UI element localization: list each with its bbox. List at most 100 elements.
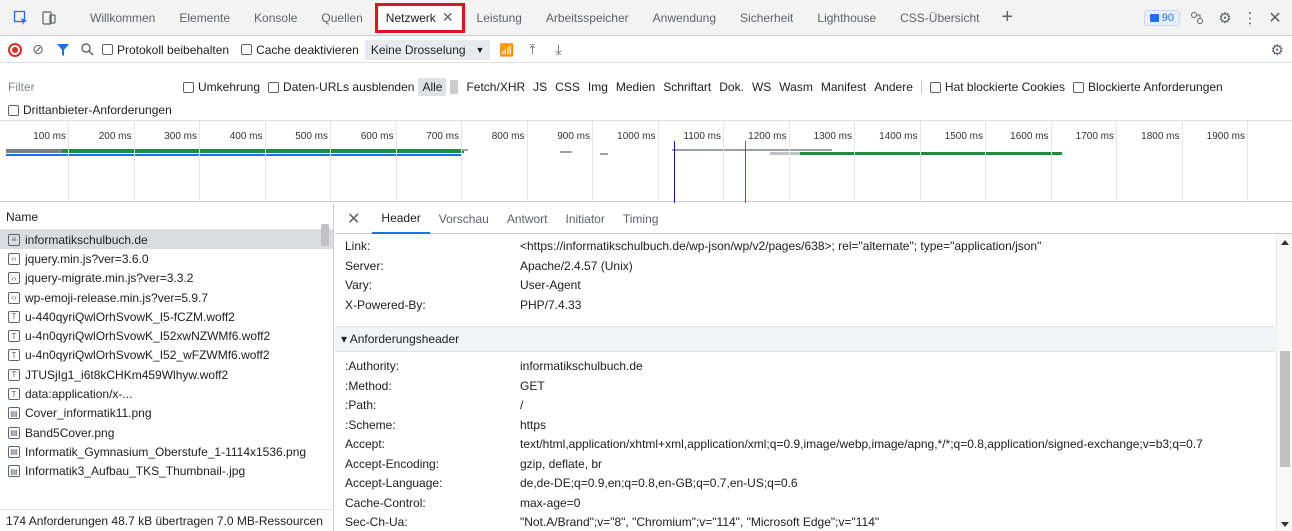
request-row[interactable]: Tu-440qyriQwlOrhSvowK_I5-fCZM.woff2	[0, 307, 333, 326]
tab-label: Quellen	[321, 10, 363, 25]
inspect-element-icon[interactable]	[10, 7, 32, 29]
request-row[interactable]: ▤ Informatik3_Aufbau_TKS_Thumbnail-.jpg	[0, 462, 333, 481]
filter-input[interactable]: Filter	[8, 80, 183, 94]
request-row[interactable]: ‹› wp-emoji-release.min.js?ver=5.9.7	[0, 288, 333, 307]
tab-konsole[interactable]: Konsole	[242, 0, 309, 35]
header-key: Accept-Language:	[345, 476, 443, 490]
request-list-scrollbar[interactable]	[320, 224, 330, 494]
tab-sicherheit[interactable]: Sicherheit	[728, 0, 805, 35]
device-toolbar-icon[interactable]	[38, 7, 60, 29]
request-row[interactable]: ▤ Informatik_Gymnasium_Oberstufe_1-1114x1…	[0, 442, 333, 461]
load-event-line	[745, 141, 746, 203]
tab-anwendung[interactable]: Anwendung	[641, 0, 728, 35]
invert-checkbox[interactable]: Umkehrung	[183, 80, 260, 94]
tab-label: Arbeitsspeicher	[545, 10, 629, 25]
filter-type-4[interactable]: Img	[584, 78, 612, 96]
details-tab-initiator[interactable]: Initiator	[557, 204, 614, 234]
request-row[interactable]: Tu-4n0qyriQwlOrhSvowK_I52_wFZWMf6.woff2	[0, 346, 333, 365]
scroll-up-arrow-icon[interactable]	[1281, 240, 1289, 245]
timeline-tick-label: 900 ms	[557, 131, 590, 142]
clear-icon[interactable]: ⊘	[28, 41, 48, 58]
request-row[interactable]: ▤ Band5Cover.png	[0, 423, 333, 442]
search-icon[interactable]	[78, 43, 96, 56]
timeline-bar-misc	[672, 149, 832, 151]
connections-icon[interactable]	[1186, 11, 1208, 25]
filter-type-10[interactable]: Manifest	[817, 78, 870, 96]
disable-cache-checkbox[interactable]: Cache deaktivieren	[241, 43, 359, 57]
tab-netzwerk[interactable]: Netzwerk ✕	[374, 2, 465, 33]
checkbox-box	[268, 81, 280, 93]
name-column-header[interactable]: Name	[0, 204, 333, 230]
checkbox-box	[102, 44, 113, 55]
scroll-down-arrow-icon[interactable]	[1281, 522, 1289, 527]
request-row[interactable]: T JTUSjIg1_i6t8kCHKm459Wlhyw.woff2	[0, 365, 333, 384]
filter-type-7[interactable]: Dok.	[715, 78, 748, 96]
preserve-log-checkbox[interactable]: Protokoll beibehalten	[102, 43, 229, 57]
image-icon: ▤	[8, 445, 20, 458]
request-row[interactable]: ≡ informatikschulbuch.de	[0, 230, 333, 250]
timeline-tick-label: 1400 ms	[879, 131, 918, 142]
filter-type-9[interactable]: Wasm	[775, 78, 817, 96]
header-row: Accept: text/html,application/xhtml+xml,a…	[345, 434, 1203, 454]
close-devtools-icon[interactable]: ✕	[1264, 8, 1286, 28]
third-party-checkbox[interactable]: Drittanbieter-Anforderungen	[8, 101, 172, 119]
details-tab-vorschau[interactable]: Vorschau	[430, 204, 498, 234]
script-icon: ‹›	[8, 252, 20, 265]
header-key: Sec-Ch-Ua:	[345, 515, 408, 529]
hide-data-urls-checkbox[interactable]: Daten-URLs ausblenden	[268, 80, 414, 94]
tab-leistung[interactable]: Leistung	[465, 0, 534, 35]
filter-type-6[interactable]: Schriftart	[659, 78, 715, 96]
tab-elemente[interactable]: Elemente	[167, 0, 242, 35]
timeline-tick-label: 1300 ms	[813, 131, 852, 142]
header-row: Accept-Encoding: gzip, deflate, br	[345, 454, 602, 474]
export-har-icon[interactable]: ⤓	[548, 41, 568, 58]
request-row[interactable]: Tdata:application/x-...	[0, 384, 333, 403]
tab-css-übersicht[interactable]: CSS-Übersicht	[888, 0, 991, 35]
import-har-icon[interactable]: ⤒	[522, 41, 542, 58]
blocked-cookies-checkbox[interactable]: Hat blockierte Cookies	[929, 80, 1065, 94]
request-row[interactable]: ‹› jquery.min.js?ver=3.6.0	[0, 249, 333, 268]
hide-data-urls-label: Daten-URLs ausblenden	[283, 80, 415, 94]
request-row[interactable]: ‹› jquery-migrate.min.js?ver=3.3.2	[0, 269, 333, 288]
details-scrollbar[interactable]	[1276, 234, 1292, 531]
timeline-bar-download	[800, 152, 1062, 155]
network-conditions-wifi-icon[interactable]: 📶	[496, 43, 516, 57]
details-tab-timing[interactable]: Timing	[614, 204, 668, 234]
filter-type-2[interactable]: JS	[529, 78, 551, 96]
throttling-select[interactable]: Keine Drosselung ▼	[364, 39, 491, 60]
tab-quellen[interactable]: Quellen	[309, 0, 374, 35]
filter-type-11[interactable]: Andere	[870, 78, 917, 96]
timeline-tick-label: 1600 ms	[1010, 131, 1049, 142]
filter-funnel-icon[interactable]	[54, 43, 72, 56]
record-button[interactable]	[8, 42, 22, 57]
close-details-icon[interactable]: ✕	[347, 209, 360, 229]
settings-gear-icon[interactable]: ⚙	[1214, 9, 1236, 27]
more-tabs-plus-icon[interactable]: +	[991, 6, 1023, 29]
tab-lighthouse[interactable]: Lighthouse	[805, 0, 888, 35]
filter-type-8[interactable]: WS	[748, 78, 775, 96]
preserve-log-label: Protokoll beibehalten	[117, 42, 230, 57]
scrollbar-thumb[interactable]	[1280, 351, 1290, 467]
checkbox-box	[8, 104, 19, 116]
filter-type-5[interactable]: Medien	[612, 78, 659, 96]
tab-arbeitsspeicher[interactable]: Arbeitsspeicher	[534, 0, 641, 35]
filter-type-3[interactable]: CSS	[551, 78, 584, 96]
details-tab-antwort[interactable]: Antwort	[498, 204, 557, 234]
timeline-tick-label: 700 ms	[426, 131, 459, 142]
close-tab-icon[interactable]: ✕	[442, 9, 454, 26]
more-options-icon[interactable]: ⋮	[1242, 9, 1258, 27]
filter-type-1[interactable]: Fetch/XHR	[462, 78, 529, 96]
issues-badge[interactable]: 90	[1143, 10, 1180, 26]
request-headers-section-header[interactable]: ▾ Anforderungsheader	[335, 326, 1275, 352]
filter-type-0[interactable]: Alle	[418, 78, 447, 96]
details-tab-header[interactable]: Header	[372, 204, 430, 234]
timeline-tick-label: 800 ms	[491, 131, 525, 142]
request-row[interactable]: Tu-4n0qyriQwlOrhSvowK_I52xwNZWMf6.woff2	[0, 326, 333, 345]
request-row[interactable]: ▤ Cover_informatik11.png	[0, 404, 333, 423]
network-overview-timeline[interactable]: 100 ms 200 ms 300 ms 400 ms 500 ms 600 ms 700 …	[0, 120, 1292, 203]
network-settings-gear-icon[interactable]: ⚙	[1271, 41, 1284, 59]
script-icon: ‹›	[8, 272, 20, 285]
blocked-requests-checkbox[interactable]: Blockierte Anforderungen	[1072, 80, 1223, 94]
tab-willkommen[interactable]: Willkommen	[78, 0, 167, 35]
scrollbar-thumb[interactable]	[321, 224, 329, 246]
